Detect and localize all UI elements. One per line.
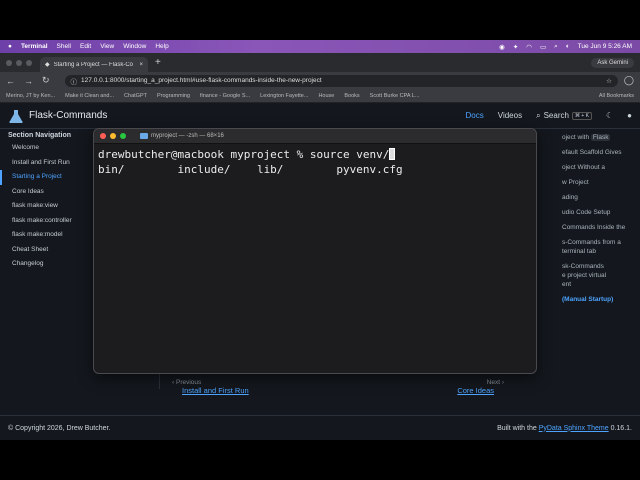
theme-link[interactable]: PyData Sphinx Theme bbox=[539, 425, 609, 432]
browser-tab[interactable]: ◆ Starting a Project — Flask-Co × bbox=[40, 57, 148, 72]
bookmark-item[interactable]: Make it Clean and... bbox=[65, 93, 114, 99]
toc-item[interactable]: oject Without a bbox=[562, 163, 640, 172]
search-label: Search bbox=[543, 111, 569, 120]
docs-header: Flask-Commands Docs Videos ⌕ Search ⌘ + … bbox=[0, 103, 640, 129]
minimize-button[interactable] bbox=[110, 133, 116, 139]
wifi-icon[interactable]: ◠ bbox=[526, 43, 532, 51]
toc-item[interactable]: efault Scaffold Gives bbox=[562, 148, 640, 157]
terminal-completion-output: bin/ include/ lib/ pyvenv.cfg bbox=[98, 163, 403, 176]
tab-bar: ◆ Starting a Project — Flask-Co × + Ask … bbox=[0, 53, 640, 72]
bookmark-item[interactable]: finance - Google S... bbox=[200, 93, 250, 99]
minimize-button[interactable] bbox=[16, 59, 22, 66]
terminal-content[interactable]: drewbutcher@macbook myproject % source v… bbox=[94, 144, 536, 180]
record-icon[interactable]: ◉ bbox=[499, 43, 505, 51]
bookmark-item[interactable]: ChatGPT bbox=[124, 93, 147, 99]
bookmark-item[interactable]: Lexington Fayette... bbox=[260, 93, 308, 99]
back-icon[interactable]: ← bbox=[6, 76, 15, 86]
forward-icon[interactable]: → bbox=[24, 76, 33, 86]
text-cursor bbox=[389, 148, 396, 160]
bookmark-folder[interactable]: House bbox=[318, 93, 334, 99]
prev-next-pager: ‹ Previous Install and First Run Next › … bbox=[160, 379, 510, 395]
copyright-text: © Copyright 2026, Drew Butcher. bbox=[8, 424, 111, 432]
docs-footer: © Copyright 2026, Drew Butcher. Built wi… bbox=[0, 415, 640, 440]
github-icon[interactable]: ● bbox=[627, 111, 632, 120]
search-button[interactable]: ⌕ Search ⌘ + K bbox=[536, 111, 592, 121]
search-icon: ⌕ bbox=[536, 110, 541, 120]
theme-toggle-icon[interactable]: ☾ bbox=[606, 111, 613, 120]
apple-menu-icon[interactable]: ● bbox=[8, 43, 12, 50]
menu-view[interactable]: View bbox=[100, 43, 114, 50]
bookmark-item[interactable]: Merino, JT by Ken... bbox=[6, 93, 55, 99]
next-link-title[interactable]: Core Ideas bbox=[457, 386, 504, 395]
close-button[interactable] bbox=[6, 59, 12, 66]
url-text: 127.0.0.1:8000/starting_a_project.html#u… bbox=[81, 77, 322, 84]
new-tab-button[interactable]: + bbox=[155, 57, 161, 68]
url-row: ← → ↻ ⓘ 127.0.0.1:8000/starting_a_projec… bbox=[0, 72, 640, 89]
terminal-prompt-line: drewbutcher@macbook myproject % source v… bbox=[98, 147, 532, 162]
battery-icon[interactable]: ▭ bbox=[540, 43, 546, 51]
toc-item[interactable]: oject with Flask bbox=[562, 133, 640, 142]
site-info-icon[interactable]: ⓘ bbox=[71, 76, 78, 86]
menu-window[interactable]: Window bbox=[123, 43, 146, 50]
flask-logo-icon[interactable] bbox=[8, 108, 24, 124]
toc-item[interactable]: sk-Commands e project virtual ent bbox=[562, 262, 640, 289]
ask-gemini-button[interactable]: Ask Gemini bbox=[591, 57, 634, 68]
search-shortcut: ⌘ + K bbox=[571, 111, 592, 120]
bookmark-star-icon[interactable]: ☆ bbox=[606, 77, 612, 85]
control-center-icon[interactable]: ◐ bbox=[566, 43, 570, 50]
zoom-button[interactable] bbox=[26, 59, 32, 66]
site-title[interactable]: Flask-Commands bbox=[29, 110, 107, 121]
clock[interactable]: Tue Jun 9 5:26 AM bbox=[578, 43, 632, 50]
terminal-window-controls bbox=[100, 133, 126, 139]
window-controls bbox=[6, 59, 32, 66]
gear-icon[interactable]: ✦ bbox=[513, 43, 518, 51]
macos-menu-bar: ● Terminal Shell Edit View Window Help ◉… bbox=[0, 40, 640, 53]
bookmark-folder[interactable]: Programming bbox=[157, 93, 190, 99]
next-label: Next › bbox=[486, 379, 504, 386]
nav-videos[interactable]: Videos bbox=[498, 111, 522, 120]
terminal-title: myproject — -zsh — 68×16 bbox=[140, 133, 224, 139]
search-icon[interactable]: ⌕ bbox=[554, 43, 558, 51]
prev-link-title[interactable]: Install and First Run bbox=[172, 386, 249, 395]
menu-help[interactable]: Help bbox=[155, 43, 168, 50]
profile-icon[interactable]: ◯ bbox=[624, 75, 634, 86]
terminal-window[interactable]: myproject — -zsh — 68×16 drewbutcher@mac… bbox=[93, 128, 537, 374]
terminal-titlebar[interactable]: myproject — -zsh — 68×16 bbox=[94, 129, 536, 144]
bookmark-folder[interactable]: Books bbox=[344, 93, 359, 99]
menu-edit[interactable]: Edit bbox=[80, 43, 91, 50]
folder-icon bbox=[140, 133, 148, 139]
bookmark-item[interactable]: Scott Burke CPA L... bbox=[370, 93, 420, 99]
toc-item-manual-startup[interactable]: (Manual Startup) bbox=[562, 295, 640, 304]
toc-item[interactable]: w Project bbox=[562, 178, 640, 187]
header-nav: Docs Videos ⌕ Search ⌘ + K ☾ ● bbox=[466, 111, 632, 121]
page-toc: oject with Flask efault Scaffold Gives o… bbox=[562, 133, 640, 310]
toc-item[interactable]: ading bbox=[562, 193, 640, 202]
all-bookmarks[interactable]: All Bookmarks bbox=[599, 93, 634, 99]
toc-item[interactable]: Commands Inside the bbox=[562, 223, 640, 232]
bookmarks-bar: Merino, JT by Ken... Make it Clean and..… bbox=[0, 89, 640, 103]
prev-link[interactable]: ‹ Previous Install and First Run bbox=[160, 379, 249, 395]
toc-item[interactable]: udio Code Setup bbox=[562, 208, 640, 217]
built-with: Built with the PyData Sphinx Theme 0.16.… bbox=[497, 424, 632, 432]
close-tab-icon[interactable]: × bbox=[139, 62, 143, 68]
menu-terminal[interactable]: Terminal bbox=[21, 43, 48, 50]
prev-label: ‹ Previous bbox=[172, 379, 202, 386]
toc-item[interactable]: s-Commands from a terminal tab bbox=[562, 238, 640, 256]
address-bar[interactable]: ⓘ 127.0.0.1:8000/starting_a_project.html… bbox=[64, 74, 618, 87]
favicon-icon: ◆ bbox=[45, 62, 50, 68]
tab-title: Starting a Project — Flask-Co bbox=[53, 61, 133, 68]
close-button[interactable] bbox=[100, 133, 106, 139]
zoom-button[interactable] bbox=[120, 133, 126, 139]
status-area: ◉ ✦ ◠ ▭ ⌕ ◐ Tue Jun 9 5:26 AM bbox=[499, 43, 632, 51]
next-link[interactable]: Next › Core Ideas bbox=[457, 379, 510, 395]
nav-docs[interactable]: Docs bbox=[466, 111, 484, 120]
reload-icon[interactable]: ↻ bbox=[42, 75, 50, 86]
menu-shell[interactable]: Shell bbox=[57, 43, 71, 50]
